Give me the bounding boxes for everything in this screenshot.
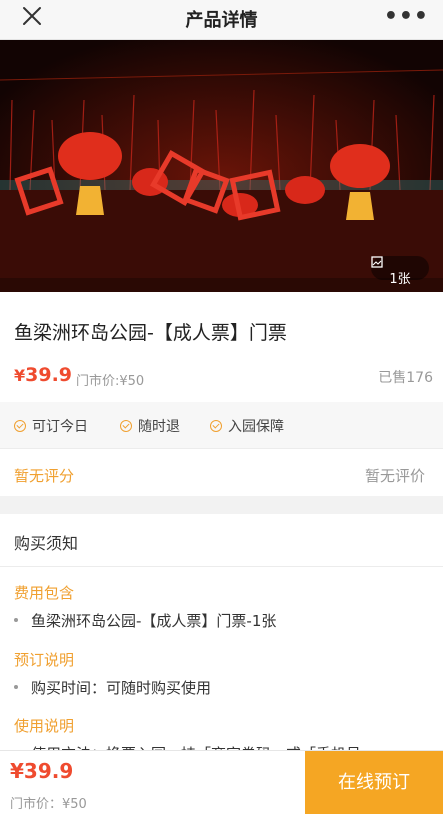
- rating-row[interactable]: 暂无评分 暂无评价: [0, 448, 443, 496]
- tag-refund-anytime: 随时退: [120, 416, 180, 436]
- rating-score: 暂无评分: [14, 467, 75, 485]
- tag-book-today: 可订今日: [14, 416, 88, 436]
- divider: [0, 566, 443, 567]
- notice-title: 购买须知: [14, 534, 79, 553]
- list-item: 购买时间：可随时购买使用: [14, 677, 211, 698]
- image-icon: [371, 256, 383, 268]
- section-title: 使用说明: [14, 717, 75, 735]
- check-circle-icon: [210, 420, 222, 432]
- top-bar: 产品详情 •••: [0, 0, 443, 40]
- rating-reviews[interactable]: 暂无评价: [365, 465, 425, 486]
- service-tags: 可订今日 随时退 入园保障: [0, 402, 443, 448]
- more-icon[interactable]: •••: [384, 4, 429, 29]
- photo-count-badge[interactable]: 1张: [371, 256, 429, 287]
- product-info: 鱼梁洲环岛公园-【成人票】门票 ¥39.9 门市价:¥50 已售176: [0, 292, 443, 402]
- product-price: ¥39.9: [14, 364, 73, 386]
- sold-count: 已售176: [378, 370, 433, 386]
- bottom-price: ¥39.9: [10, 759, 74, 783]
- section-title: 费用包含: [14, 584, 75, 602]
- bottom-bar: ¥39.9 门市价：¥50 在线预订: [0, 750, 443, 814]
- section-title: 预订说明: [14, 651, 75, 669]
- check-circle-icon: [14, 420, 26, 432]
- market-price: 门市价:¥50: [76, 374, 145, 389]
- tag-entry-guarantee: 入园保障: [210, 416, 284, 436]
- page-title: 产品详情: [185, 10, 258, 31]
- list-item: 鱼梁洲环岛公园-【成人票】门票-1张: [14, 610, 276, 631]
- check-circle-icon: [120, 420, 132, 432]
- product-image[interactable]: 1张: [0, 40, 443, 292]
- product-name: 鱼梁洲环岛公园-【成人票】门票: [14, 322, 287, 344]
- book-online-button[interactable]: 在线预订: [305, 751, 443, 814]
- bottom-market-price: 门市价：¥50: [10, 797, 87, 812]
